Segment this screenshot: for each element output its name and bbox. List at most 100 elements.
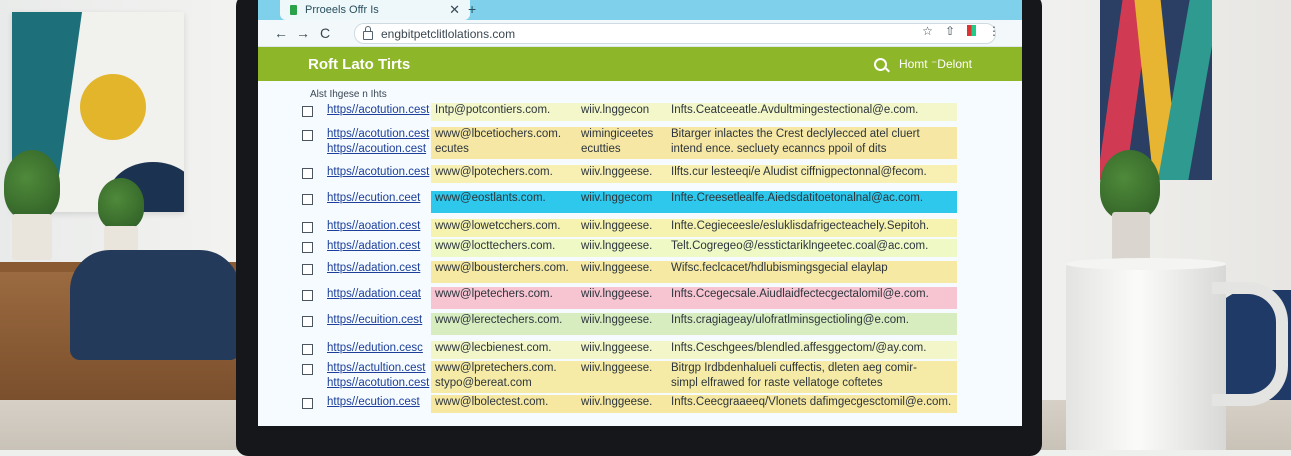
new-tab-button[interactable]: + (468, 1, 476, 17)
row-domain: wiiv.lnggeese. (577, 341, 667, 359)
extension-icon[interactable] (967, 25, 976, 36)
row-link[interactable]: https//acotution.cest (323, 103, 431, 121)
app-header: Roft Lato Tirts Homt ⁻Delont (258, 47, 1022, 81)
row-description: Infte.Cegieceesle/esluklisdafrigecteache… (667, 219, 957, 237)
table-row[interactable]: https//acotution.cest Intp@potcontiers.co… (302, 103, 958, 121)
pot-right (1112, 212, 1150, 262)
table-row[interactable]: https//ecution.ceet www@eostlants.com. wii… (302, 191, 958, 213)
row-domain: wiiv.lnggeese. (577, 165, 667, 183)
mug-rim (1066, 258, 1226, 270)
coffee-mug (1066, 262, 1226, 450)
row-link[interactable]: https//aoation.cest (323, 219, 431, 237)
row-description: Infts.Ceecgraaeeq/Vlonets dafimgecgescto… (667, 395, 957, 413)
row-link[interactable]: https//ecution.cest (323, 395, 431, 413)
table-row[interactable]: https//ecuition.cest www@lerectechers.com… (302, 313, 958, 335)
row-description: Bitrgp Irdbdenhalueli cuffectis, dleten … (667, 361, 957, 393)
table-row[interactable]: https//ecution.cest www@lbolectest.com. wi… (302, 395, 958, 413)
header-right-label: Homt ⁻Delont (898, 57, 972, 71)
link-list-panel: Alst Ihgese n Ihts https//acotution.cest… (258, 81, 1022, 426)
row-checkbox[interactable] (302, 398, 313, 409)
plant-left (4, 150, 60, 220)
lock-icon (363, 26, 373, 40)
close-icon[interactable]: ✕ (449, 2, 460, 18)
row-checkbox[interactable] (302, 364, 313, 375)
row-checkbox[interactable] (302, 290, 313, 301)
row-link[interactable]: https//adation.ceat (323, 287, 431, 309)
section-label: Alst Ihgese n Ihts (310, 89, 387, 100)
row-description: Infts.cragiageay/ulofratlminsgectioling@… (667, 313, 957, 335)
reload-button[interactable]: C (314, 25, 336, 41)
mug-handle (1212, 282, 1288, 406)
row-description: Ilfts.cur lesteeqi/e Aludist ciffnigpect… (667, 165, 957, 183)
row-domain: wiiv.lnggeese. (577, 239, 667, 257)
row-email: www@lbousterchers.com. (431, 261, 577, 283)
table-row[interactable]: https//edution.cesc www@lecbienest.com. wi… (302, 341, 958, 359)
row-checkbox[interactable] (302, 344, 313, 355)
row-checkbox[interactable] (302, 222, 313, 233)
row-checkbox[interactable] (302, 316, 313, 327)
row-email: www@lecbienest.com. (431, 341, 577, 359)
row-link[interactable]: https//actultion.cest https//acotution.c… (323, 361, 431, 393)
row-description: Wifsc.feclcacet/hdlubismingsgecial elayl… (667, 261, 957, 283)
plant-right (1100, 150, 1160, 220)
row-domain: wiiv.lnggeese. (577, 361, 667, 393)
table-row[interactable]: https//adation.ceat www@lpetechers.com. wi… (302, 287, 958, 309)
table-row[interactable]: https//actultion.cest https//acotution.c… (302, 361, 958, 393)
laptop-screen: Prroeels Offr Is ✕ + ← → C engbitpetclit… (258, 0, 1022, 426)
row-checkbox[interactable] (302, 242, 313, 253)
row-checkbox[interactable] (302, 194, 313, 205)
row-domain: wiiv.lnggecom (577, 191, 667, 213)
table-row[interactable]: https//aoation.cest www@lowetcchers.com. w… (302, 219, 958, 237)
browser-toolbar: ← → C engbitpetclitlolations.com ☆ ⇧ ⋮ (258, 20, 1022, 47)
row-email: www@lpretechers.com. stypo@bereat.com (431, 361, 577, 393)
row-link[interactable]: https//acotution.cest (323, 165, 431, 183)
app-title: Roft Lato Tirts (308, 56, 411, 73)
chair-left (70, 250, 240, 360)
row-checkbox[interactable] (302, 168, 313, 179)
row-domain: wiiv.lnggeese. (577, 287, 667, 309)
browser-tab[interactable]: Prroeels Offr Is ✕ (280, 0, 470, 20)
row-domain: wimingiceetes ecutties (577, 127, 667, 159)
header-search-link[interactable]: Homt ⁻Delont (873, 57, 972, 71)
row-checkbox[interactable] (302, 106, 313, 117)
row-description: Bitarger inlactes the Crest declylecced … (667, 127, 957, 159)
row-link[interactable]: https//ecuition.cest (323, 313, 431, 335)
row-domain: wiiv.lnggeese. (577, 395, 667, 413)
table-row[interactable]: https//acotution.cest https//acoution.ce… (302, 127, 958, 159)
row-email: www@lbcetiochers.com. ecutes (431, 127, 577, 159)
row-checkbox[interactable] (302, 264, 313, 275)
row-link[interactable]: https//adation.cest (323, 239, 431, 257)
url-text: engbitpetclitlolations.com (381, 26, 516, 41)
star-icon[interactable]: ☆ (922, 24, 933, 38)
tab-title: Prroeels Offr Is (305, 4, 379, 16)
row-description: Telt.Cogregeo@/esstictariklngeetec.coal@… (667, 239, 957, 257)
row-link[interactable]: https//edution.cesc (323, 341, 431, 359)
search-icon (873, 57, 887, 71)
forward-button[interactable]: → (292, 25, 314, 41)
row-domain: wiiv.lnggeese. (577, 219, 667, 237)
toolbar-actions: ☆ ⇧ ⋮ (922, 24, 1000, 38)
table-row[interactable]: https//acotution.cest www@lpotechers.com.… (302, 165, 958, 183)
row-email: Intp@potcontiers.com. (431, 103, 577, 121)
favicon-icon (290, 5, 297, 15)
row-email: www@locttechers.com. (431, 239, 577, 257)
row-link[interactable]: https//adation.cest (323, 261, 431, 283)
row-email: www@lbolectest.com. (431, 395, 577, 413)
back-button[interactable]: ← (270, 25, 292, 41)
row-email: www@eostlants.com. (431, 191, 577, 213)
row-domain: wiiv.lnggeese. (577, 261, 667, 283)
row-checkbox[interactable] (302, 130, 313, 141)
row-email: www@lowetcchers.com. (431, 219, 577, 237)
browser-tab-bar: Prroeels Offr Is ✕ + (258, 0, 1022, 20)
table-row[interactable]: https//adation.cest www@lbousterchers.com… (302, 261, 958, 283)
row-link[interactable]: https//acotution.cest https//acoution.ce… (323, 127, 431, 159)
row-link[interactable]: https//ecution.ceet (323, 191, 431, 213)
address-bar[interactable]: engbitpetclitlolations.com (354, 23, 996, 44)
share-icon[interactable]: ⇧ (945, 24, 955, 38)
row-description: Infts.Ccegecsale.Aiudlaidfectecgectalomi… (667, 287, 957, 309)
table-row[interactable]: https//adation.cest www@locttechers.com. w… (302, 239, 958, 257)
menu-icon[interactable]: ⋮ (988, 24, 1000, 38)
row-email: www@lpotechers.com. (431, 165, 577, 183)
pot-left (12, 214, 52, 260)
plant-small (98, 178, 144, 230)
